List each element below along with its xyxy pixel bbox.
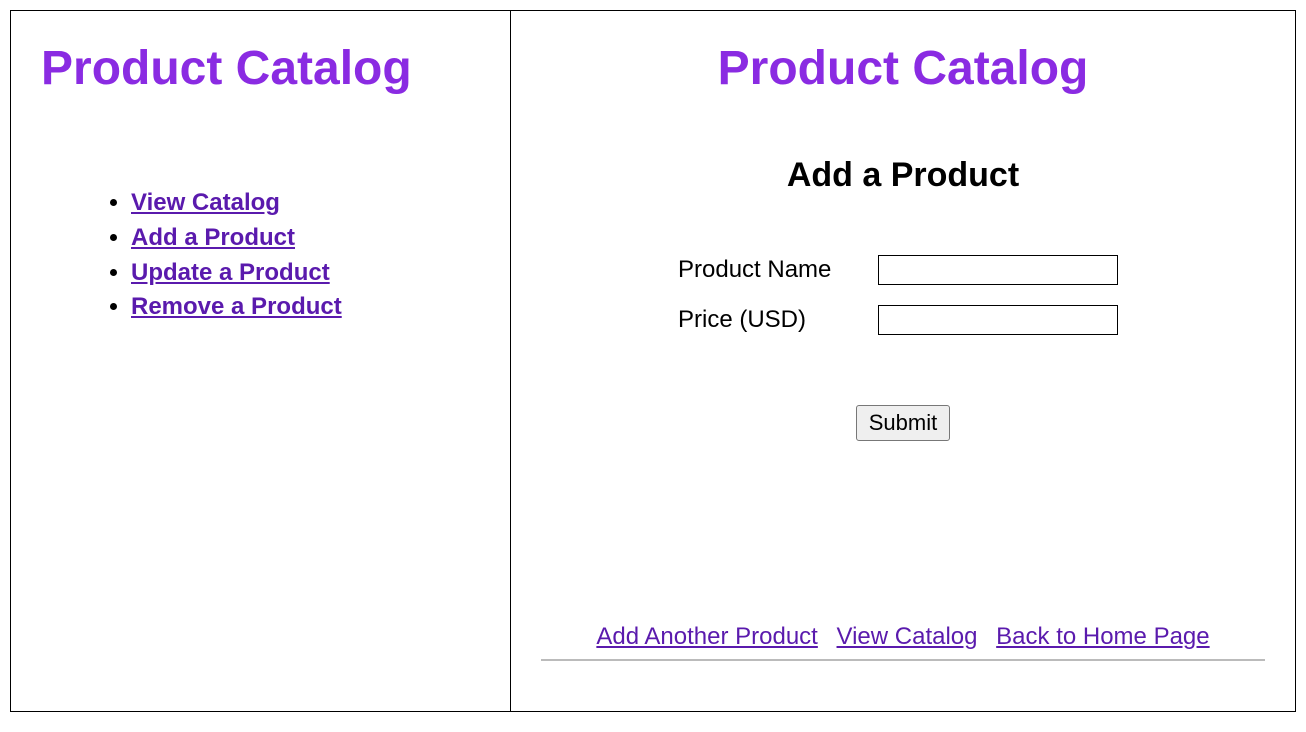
right-title: Product Catalog [718, 41, 1089, 96]
section-title-add-product: Add a Product [787, 156, 1019, 195]
right-panel: Product Catalog Add a Product Product Na… [511, 11, 1295, 711]
nav-item-add-product: Add a Product [131, 221, 480, 256]
nav-link-add-product[interactable]: Add a Product [131, 224, 295, 251]
nav-link-view-catalog[interactable]: View Catalog [131, 189, 280, 216]
footer-link-view-catalog[interactable]: View Catalog [837, 623, 978, 650]
footer-divider [541, 659, 1265, 661]
nav-item-remove-product: Remove a Product [131, 290, 480, 325]
nav-link-update-product[interactable]: Update a Product [131, 259, 330, 286]
add-product-form: Product Name Price (USD) [678, 255, 1128, 335]
product-name-input[interactable] [878, 255, 1118, 285]
left-panel: Product Catalog View Catalog Add a Produ… [11, 11, 511, 711]
footer-links: Add Another Product View Catalog Back to… [511, 623, 1295, 651]
nav-list: View Catalog Add a Product Update a Prod… [131, 186, 480, 325]
product-name-label: Product Name [678, 256, 878, 284]
nav-item-update-product: Update a Product [131, 256, 480, 291]
price-input[interactable] [878, 305, 1118, 335]
submit-button[interactable]: Submit [856, 405, 950, 441]
nav-link-remove-product[interactable]: Remove a Product [131, 293, 342, 320]
nav-item-view-catalog: View Catalog [131, 186, 480, 221]
price-label: Price (USD) [678, 306, 878, 334]
footer-link-add-another[interactable]: Add Another Product [596, 623, 817, 650]
left-title: Product Catalog [41, 41, 480, 96]
footer-link-back-home[interactable]: Back to Home Page [996, 623, 1209, 650]
two-panel-layout: Product Catalog View Catalog Add a Produ… [10, 10, 1296, 712]
